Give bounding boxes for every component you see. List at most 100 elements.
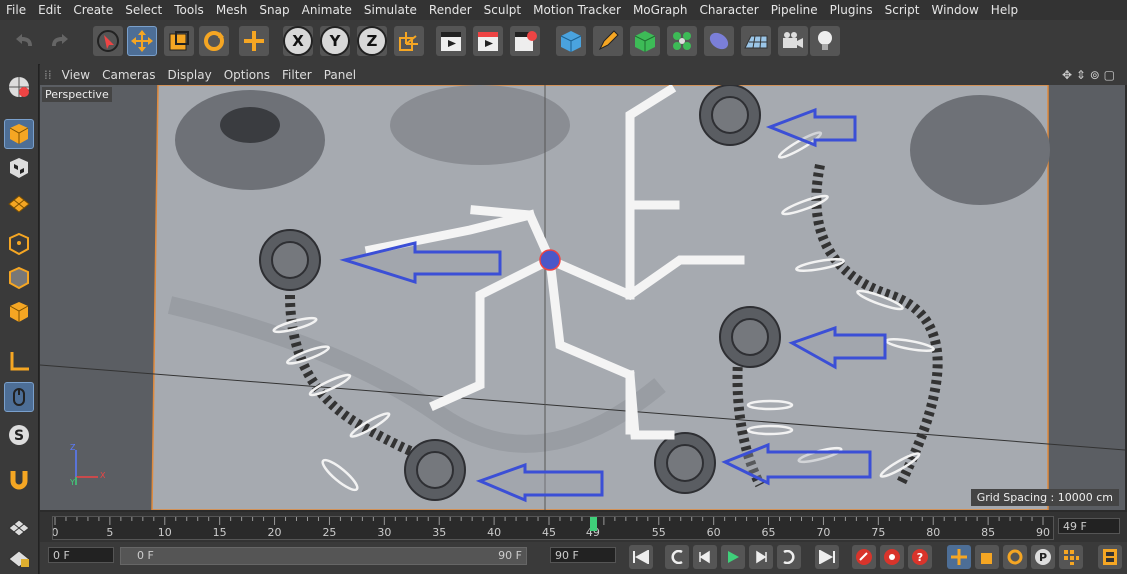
camera-icon[interactable]	[778, 26, 808, 56]
autokeying-icon[interactable]	[880, 545, 904, 569]
menu-file[interactable]: File	[0, 3, 32, 17]
timeline-tick-label: 0	[53, 526, 59, 539]
points-mode-icon[interactable]	[4, 229, 34, 259]
mode-toolbar: S	[0, 64, 39, 574]
viewport-menu-view[interactable]: View	[56, 68, 96, 82]
workplane-grid-icon[interactable]	[4, 511, 34, 541]
model-mode-icon[interactable]	[4, 119, 34, 149]
menu-mesh[interactable]: Mesh	[210, 3, 254, 17]
menu-help[interactable]: Help	[985, 3, 1024, 17]
render-settings-icon[interactable]	[510, 26, 540, 56]
redo-icon[interactable]	[44, 26, 74, 56]
floor-icon[interactable]	[741, 26, 771, 56]
texture-mode-icon[interactable]	[4, 153, 34, 183]
render-picture-viewer-icon[interactable]	[473, 26, 503, 56]
previous-frame-icon[interactable]	[693, 545, 717, 569]
workplane-icon[interactable]	[4, 187, 34, 217]
x-axis-icon[interactable]: X	[283, 26, 313, 56]
menu-tools[interactable]: Tools	[168, 3, 210, 17]
key-parameter-icon[interactable]: P	[1031, 545, 1055, 569]
cube-icon[interactable]	[556, 26, 586, 56]
key-position-icon[interactable]	[947, 545, 971, 569]
y-axis-icon[interactable]: Y	[320, 26, 350, 56]
go-to-start-icon[interactable]	[629, 545, 653, 569]
main-toolbar: X Y Z	[0, 20, 1127, 65]
menu-window[interactable]: Window	[925, 3, 984, 17]
timeline-tick-label: 25	[322, 526, 336, 539]
make-editable-icon[interactable]	[4, 72, 34, 102]
timeline-tick-label: 70	[816, 526, 830, 539]
last-tool-icon[interactable]	[239, 26, 269, 56]
cloner-icon[interactable]	[667, 26, 697, 56]
viewport-menu-options[interactable]: Options	[218, 68, 276, 82]
live-selection-icon[interactable]	[93, 26, 123, 56]
move-icon[interactable]	[127, 26, 157, 56]
go-to-end-icon[interactable]	[815, 545, 839, 569]
axis-z-label: Z	[70, 443, 76, 452]
menu-character[interactable]: Character	[693, 3, 764, 17]
menu-plugins[interactable]: Plugins	[824, 3, 879, 17]
timeline-track[interactable]: 0 5 10 15 20 25 30 35 40 45 49 55 60 65 70 75 80 85 90	[52, 516, 1054, 540]
timeline-tick-label: 75	[871, 526, 885, 539]
tweak-mode-icon[interactable]	[4, 382, 34, 412]
viewport-navigation-icons[interactable]: ✥ ⇕ ⊚ ▢	[1056, 68, 1121, 82]
lock-workplane-icon[interactable]	[4, 542, 34, 572]
previous-key-icon[interactable]	[665, 545, 689, 569]
viewport-menu-cameras[interactable]: Cameras	[96, 68, 161, 82]
polygons-mode-icon[interactable]	[4, 297, 34, 327]
viewport-grip-icon[interactable]: ⁞⁞	[40, 68, 56, 82]
menu-sculpt[interactable]: Sculpt	[478, 3, 527, 17]
undo-icon[interactable]	[10, 26, 40, 56]
frame-range-slider[interactable]: 0 F 90 F	[120, 547, 527, 565]
viewport-menu-display[interactable]: Display	[161, 68, 217, 82]
menu-pipeline[interactable]: Pipeline	[765, 3, 824, 17]
menu-simulate[interactable]: Simulate	[358, 3, 423, 17]
menu-select[interactable]: Select	[119, 3, 168, 17]
next-key-icon[interactable]	[777, 545, 801, 569]
menu-script[interactable]: Script	[879, 3, 926, 17]
timeline-ruler[interactable]: 0 5 10 15 20 25 30 35 40 45 49 55 60 65 70 75 80 85 90 49 …	[40, 512, 1127, 542]
menu-motion-tracker[interactable]: Motion Tracker	[527, 3, 627, 17]
keyframe-selection-icon[interactable]: ?	[908, 545, 932, 569]
menu-snap[interactable]: Snap	[253, 3, 295, 17]
transport-bar: 0 F 0 F 90 F 90 F ? P	[40, 542, 1127, 574]
light-icon[interactable]	[810, 26, 840, 56]
timeline-tick-label: 45	[542, 526, 556, 539]
menu-animate[interactable]: Animate	[296, 3, 358, 17]
range-end-label: 90 F	[498, 549, 522, 562]
deformer-icon[interactable]	[704, 26, 734, 56]
key-rotation-icon[interactable]	[1003, 545, 1027, 569]
render-view-icon[interactable]	[436, 26, 466, 56]
snap-magnet-icon[interactable]	[4, 464, 34, 494]
svg-text:?: ?	[917, 551, 923, 564]
menu-mograph[interactable]: MoGraph	[627, 3, 694, 17]
key-scale-icon[interactable]	[975, 545, 999, 569]
subdivision-icon[interactable]	[630, 26, 660, 56]
axis-y-label: Y	[70, 478, 75, 487]
menu-edit[interactable]: Edit	[32, 3, 67, 17]
play-icon[interactable]	[721, 545, 745, 569]
timeline-tick-label: 20	[268, 526, 282, 539]
perspective-viewport[interactable]: Perspective Z X Y Grid Spacing : 10000 c…	[40, 85, 1125, 510]
solo-icon[interactable]: S	[4, 420, 34, 450]
timeline-window-icon[interactable]	[1098, 545, 1122, 569]
rotate-icon[interactable]	[199, 26, 229, 56]
record-active-objects-icon[interactable]	[852, 545, 876, 569]
world-coordinates-icon[interactable]	[394, 26, 424, 56]
max-frame-field[interactable]: 90 F	[550, 547, 616, 563]
scale-icon[interactable]	[164, 26, 194, 56]
next-frame-icon[interactable]	[749, 545, 773, 569]
axis-mode-icon[interactable]	[4, 346, 34, 376]
key-point-level-icon[interactable]	[1059, 545, 1083, 569]
current-frame-field[interactable]: 49 F	[1058, 518, 1120, 534]
start-frame-field[interactable]: 0 F	[48, 547, 114, 563]
svg-text:P: P	[1039, 551, 1047, 564]
z-axis-icon[interactable]: Z	[357, 26, 387, 56]
menu-create[interactable]: Create	[67, 3, 119, 17]
viewport-menu-filter[interactable]: Filter	[276, 68, 318, 82]
viewport-menu-panel[interactable]: Panel	[318, 68, 362, 82]
edges-mode-icon[interactable]	[4, 263, 34, 293]
pen-icon[interactable]	[593, 26, 623, 56]
menu-render[interactable]: Render	[423, 3, 478, 17]
current-frame-marker[interactable]	[589, 517, 597, 531]
